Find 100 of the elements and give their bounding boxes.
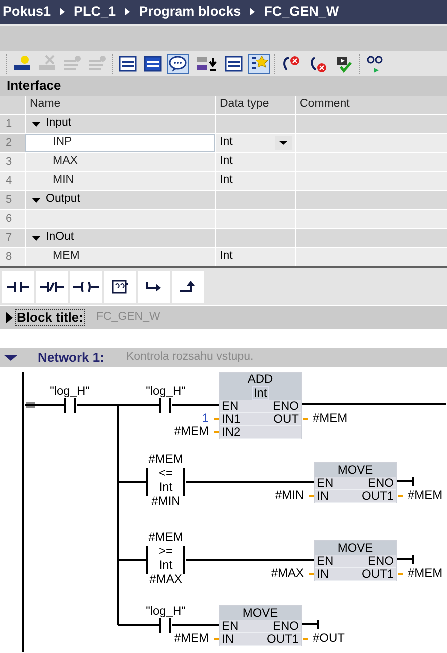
instruction-name: MOVE: [242, 606, 278, 620]
contact-tag: "log_H": [131, 382, 201, 400]
lines-icon: [88, 54, 106, 72]
pin-label: IN: [317, 568, 329, 580]
network-title: Network 1:: [38, 348, 104, 367]
wire: [397, 555, 414, 564]
palette-button[interactable]: [2, 270, 34, 302]
operand-label[interactable]: #MAX: [271, 567, 304, 580]
row-number: 5: [5, 192, 14, 208]
row-number: 1: [5, 116, 14, 132]
data-type-label: Int: [158, 480, 174, 494]
toolbar-button[interactable]: [223, 54, 245, 74]
row-number: 6: [5, 212, 14, 227]
operand-label[interactable]: 1: [202, 412, 209, 425]
tag-download-icon: [194, 54, 218, 72]
panel-icon: [225, 54, 243, 72]
toolbar-button[interactable]: [142, 54, 164, 74]
palette-button[interactable]: [36, 270, 68, 302]
operand-label[interactable]: #MEM: [408, 489, 443, 502]
branch-arrow-icon: [146, 282, 162, 292]
comparator-symbol: [146, 546, 186, 574]
expand-toggle-icon[interactable]: [32, 120, 41, 128]
pin-label: IN: [222, 633, 234, 645]
comparison-operator: <=: [158, 466, 174, 480]
operand-label[interactable]: #OUT: [313, 632, 346, 645]
contact-tag: "log_H": [35, 382, 105, 400]
name-cell[interactable]: MIN: [25, 172, 215, 190]
toolbar-button[interactable]: [248, 54, 270, 74]
row-number: 4: [5, 174, 14, 189]
lines-icon: [63, 54, 81, 72]
breadcrumb-item[interactable]: FC_GEN_W: [264, 2, 340, 22]
delete-row-icon: [38, 54, 56, 72]
data-type-label: Int: [158, 558, 174, 572]
pin-label: EN: [317, 477, 334, 489]
palette-button[interactable]: [138, 270, 170, 302]
palette-button[interactable]: [70, 270, 102, 302]
column-header[interactable]: Comment: [295, 96, 447, 114]
operand-label: #MEM: [148, 530, 184, 544]
palette-button[interactable]: [104, 270, 136, 302]
operand-label[interactable]: #MEM: [313, 412, 348, 425]
toolbar-button[interactable]: [117, 54, 139, 74]
pin-label: EN: [317, 555, 334, 567]
compile-icon: [335, 54, 353, 72]
expand-toggle-icon[interactable]: [32, 196, 41, 204]
name-cell[interactable]: INP: [25, 134, 215, 152]
column-header[interactable]: Name: [25, 96, 215, 114]
pin-label: IN: [317, 490, 329, 502]
pin-label: IN2: [222, 426, 241, 438]
breadcrumb-item[interactable]: Pokus1: [3, 2, 52, 22]
row-number: 3: [5, 154, 14, 170]
operand-label[interactable]: #MEM: [174, 632, 209, 645]
operand-label[interactable]: #MEM: [408, 567, 443, 580]
palette-button[interactable]: [172, 270, 204, 302]
data-type-cell[interactable]: Int: [215, 134, 295, 152]
instruction-box[interactable]: MOVE EN ENO IN OUT1: [314, 462, 397, 503]
instruction-box[interactable]: MOVE EN ENO IN OUT1: [219, 605, 302, 646]
instruction-name: MOVE: [338, 464, 374, 476]
pin-label: EN: [222, 400, 239, 412]
pin-label: ENO: [272, 620, 299, 632]
negated-contact-icon: [40, 282, 64, 292]
pin-label: OUT1: [362, 568, 394, 580]
toolbar-button[interactable]: [167, 54, 189, 74]
row-number: 7: [5, 230, 14, 246]
operand-label[interactable]: #MEM: [174, 425, 209, 438]
breadcrumb-item[interactable]: PLC_1: [74, 2, 116, 22]
block-title-label: Block title:: [15, 309, 86, 326]
panel-icon: [144, 54, 162, 72]
instruction-box[interactable]: ADD Int EN ENO IN1 OUT IN2: [219, 372, 302, 439]
speech-bubble-icon: [169, 54, 187, 72]
instruction-name: ADD: [248, 373, 274, 386]
expand-toggle-icon[interactable]: [6, 312, 14, 324]
pin-label: OUT1: [266, 633, 299, 645]
row-number: 2: [0, 134, 25, 152]
block-title-value: FC_GEN_W: [96, 310, 160, 325]
wire: [397, 477, 414, 486]
contact-icon: [7, 282, 29, 292]
glasses-icon: [366, 54, 384, 72]
section-name: InOut: [46, 230, 74, 246]
expand-toggle-icon[interactable]: [4, 354, 18, 362]
breadcrumb-item[interactable]: Program blocks: [139, 2, 242, 22]
column-header[interactable]: Data type: [215, 96, 295, 114]
operand-label: #MAX: [148, 572, 184, 586]
instruction-name: MOVE: [338, 542, 374, 554]
instruction-box[interactable]: MOVE EN ENO IN OUT1: [314, 540, 397, 581]
instruction-data-type[interactable]: Int: [252, 386, 270, 400]
error-navigation-icon: [281, 54, 301, 72]
comparator-symbol: [146, 468, 186, 496]
operand-label[interactable]: #MIN: [275, 489, 304, 502]
pin-label: OUT: [274, 413, 299, 425]
rung-start-marker: [26, 402, 35, 408]
separator-arrow-icon: [60, 8, 66, 16]
contact-tag: "log_H": [131, 602, 201, 620]
data-type-cell[interactable]: Int: [215, 172, 295, 190]
name-cell[interactable]: MAX: [25, 153, 215, 171]
row-number: 8: [5, 250, 14, 265]
operand-label: #MIN: [150, 494, 182, 508]
data-type-cell[interactable]: Int: [215, 153, 295, 171]
wire: [302, 620, 319, 629]
expand-toggle-icon[interactable]: [32, 234, 41, 242]
pin-label: OUT1: [362, 490, 394, 502]
